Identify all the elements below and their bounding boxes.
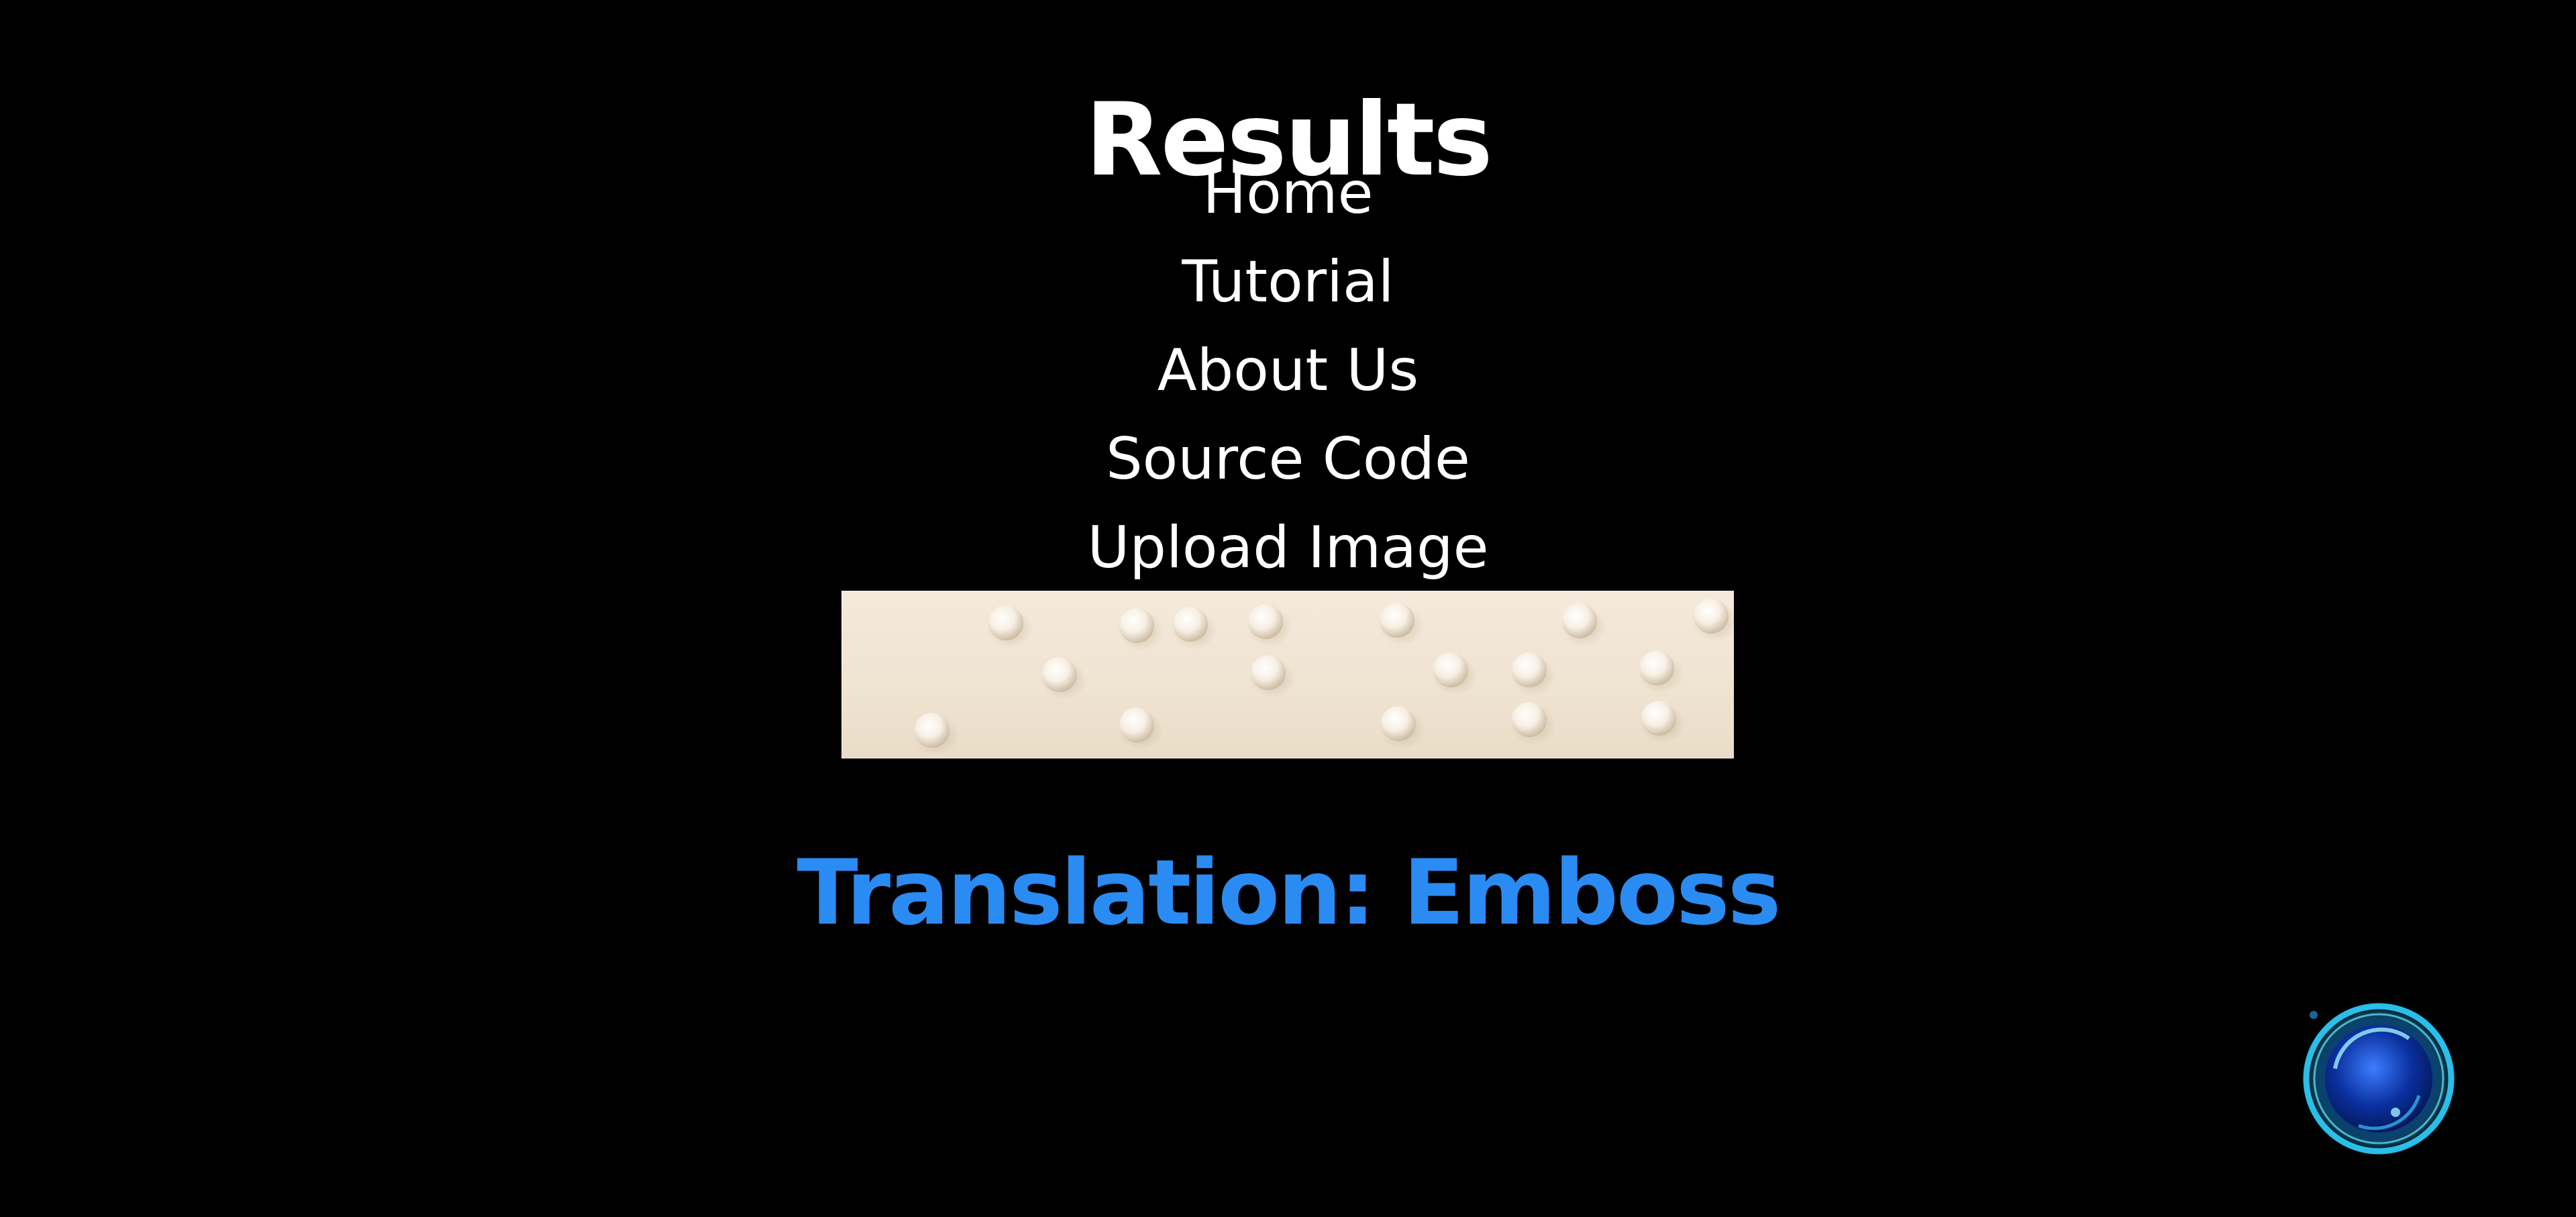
braille-dot: [1380, 603, 1414, 638]
braille-dot: [1119, 608, 1154, 643]
braille-dot: [1381, 706, 1416, 741]
braille-image: [841, 591, 1734, 759]
braille-dot: [1119, 708, 1154, 742]
braille-dot: [1248, 604, 1283, 639]
braille-dot: [1639, 650, 1674, 685]
nav-source-code-link[interactable]: Source Code: [0, 415, 2576, 503]
braille-dot: [1512, 702, 1547, 737]
braille-dot: [1042, 657, 1077, 692]
glowing-orb-icon[interactable]: [2295, 995, 2463, 1163]
nav-tutorial-link[interactable]: Tutorial: [0, 238, 2576, 326]
braille-dot: [1641, 701, 1676, 736]
braille-dot: [1251, 655, 1286, 690]
nav-upload-image-link[interactable]: Upload Image: [0, 503, 2576, 592]
braille-dot: [1562, 603, 1597, 638]
results-page: Results Home Tutorial About Us Source Co…: [0, 0, 2576, 1217]
main-nav: Home Tutorial About Us Source Code Uploa…: [0, 149, 2576, 592]
braille-dot: [1173, 607, 1208, 642]
nav-about-us-link[interactable]: About Us: [0, 326, 2576, 415]
braille-dot: [915, 713, 949, 748]
braille-dot: [1694, 599, 1729, 634]
braille-dots-graphic: [913, 599, 1734, 756]
braille-dot: [1433, 652, 1468, 687]
nav-home-link[interactable]: Home: [0, 149, 2576, 238]
braille-dot: [988, 605, 1023, 640]
translation-text: Translation: Emboss: [796, 840, 1781, 945]
braille-dot: [1512, 652, 1547, 687]
